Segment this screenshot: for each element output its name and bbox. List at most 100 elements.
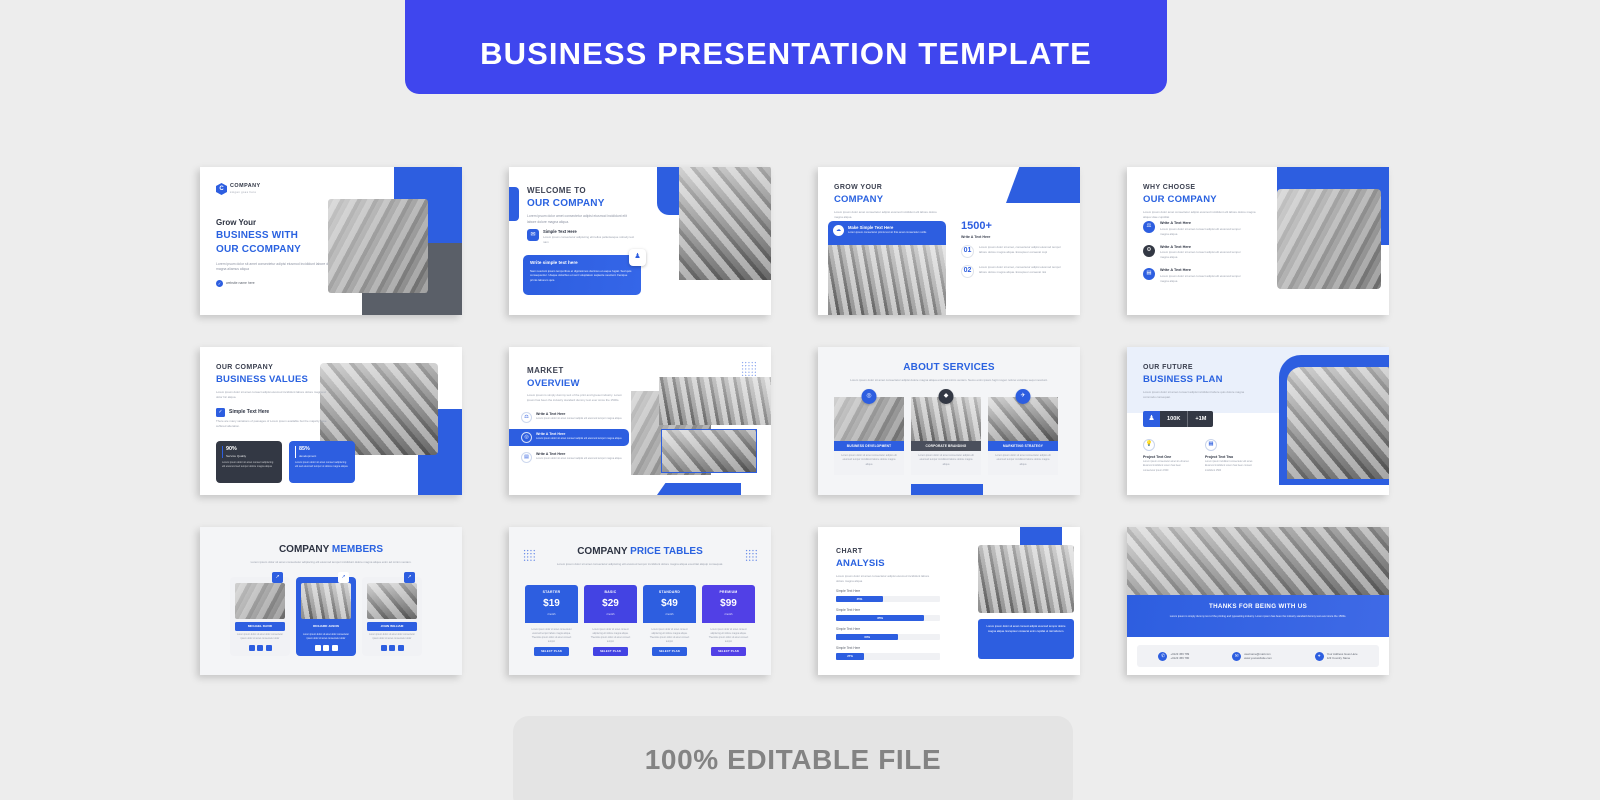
slide-business-values[interactable]: OUR COMPANY BUSINESS VALUES Lorem ipsum … (200, 347, 462, 495)
plan-body: Lorem ipsum dolor sit amet consect adipi… (649, 629, 690, 644)
bar-track: 60% (836, 633, 940, 641)
bar-label: Simple Text Here (836, 646, 861, 651)
presentation-icon: ▦ (1205, 439, 1217, 451)
member-card[interactable]: ↗ MICHAEL DAVID Lorem ipsum dolor sit am… (230, 572, 290, 656)
services-cards: ◎ BUSINESS DEVELOPMENT Lorem ipsum dolor… (834, 389, 1058, 475)
member-card-active[interactable]: ↗ RICHARD JASON Lorem ipsum dolor sit am… (296, 572, 356, 656)
service-title: BUSINESS DEVELOPMENT (834, 441, 904, 451)
select-plan-button[interactable]: SELECT PLAN (711, 647, 746, 657)
header-banner: BUSINESS PRESENTATION TEMPLATE (405, 0, 1167, 94)
list-item: ⚖ Write A Text Here Lorem ipsum dolor si… (1143, 221, 1249, 237)
footer-label: 100% EDITABLE FILE (644, 744, 942, 775)
slide-business-plan[interactable]: OUR FUTURE BUSINESS PLAN Lorem ipsum dol… (1127, 347, 1389, 495)
list-item-active[interactable]: ◎ Write A Text Here Lorem ipsum dolor si… (509, 429, 629, 446)
slide-grow-your-company[interactable]: GROW YOUR COMPANY Lorem ipsum dolor amet… (818, 167, 1080, 315)
social-links[interactable] (367, 644, 417, 651)
cloud-icon: ☁ (833, 225, 844, 236)
stat-value: 85% (299, 446, 310, 452)
instagram-icon[interactable] (265, 644, 272, 651)
website-row[interactable]: ✓ website name here (216, 280, 255, 287)
instagram-icon[interactable] (331, 644, 338, 651)
welcome-photo (679, 167, 771, 280)
contact-address[interactable]: ⌖ Your Address Goes Here 123 Country Nam… (1314, 651, 1358, 661)
contact-line2: www.yourwebsite.com (1244, 656, 1272, 660)
item-body: Lorem ipsum dolor sit amet, consectetur … (979, 245, 1061, 255)
service-card[interactable]: ✈ MARKETING STRATEGY Lorem ipsum dolor s… (988, 389, 1058, 475)
plan-card[interactable]: BASIC $29 /month Lorem ipsum dolor sit a… (584, 585, 637, 661)
social-links[interactable] (235, 644, 285, 651)
item-number: 01 (961, 245, 974, 258)
hexagon-logo-icon: C (216, 183, 227, 195)
share-icon[interactable]: ↗ (404, 572, 415, 583)
trophy-icon: ♟ (629, 249, 646, 266)
service-card[interactable]: ◎ BUSINESS DEVELOPMENT Lorem ipsum dolor… (834, 389, 904, 475)
plan-period: /month (606, 613, 615, 617)
grow-title: COMPANY (834, 194, 884, 206)
slide-grid: C COMPANY slogan goes here Grow Your BUS… (200, 167, 1389, 684)
plan-card[interactable]: STANDARD $49 /month Lorem ipsum dolor si… (643, 585, 696, 661)
slide-thanks[interactable]: THANKS FOR BEING WITH US Lorem ipsum is … (1127, 527, 1389, 675)
facebook-icon[interactable] (380, 644, 387, 651)
select-plan-button[interactable]: SELECT PLAN (534, 647, 569, 657)
check-icon: ✓ (216, 280, 223, 287)
select-plan-button[interactable]: SELECT PLAN (652, 647, 687, 657)
contact-phone[interactable]: ✆ +0123 456 789 +0123 456 780 (1158, 651, 1189, 661)
card-title: Write simple text here (530, 260, 578, 265)
share-icon[interactable]: ↗ (338, 572, 349, 583)
service-card[interactable]: ◆ CORPORATE BRANDING Lorem ipsum dolor s… (911, 389, 981, 475)
slide-company-members[interactable]: COMPANY MEMBERS Lorem ipsum dolor sit am… (200, 527, 462, 675)
member-card[interactable]: ↗ JOHN WILLIAM Lorem ipsum dolor sit ame… (362, 572, 422, 656)
facebook-icon[interactable] (248, 644, 255, 651)
diamond-icon: ◆ (938, 389, 954, 404)
grow-card[interactable]: ☁ Make Simple Text Here Lorem ipsum cons… (828, 221, 946, 245)
contact-email[interactable]: ✉ username@mail.com www.yourwebsite.com (1232, 651, 1272, 661)
grow-card-body: Lorem ipsum consectetur primis text sit … (848, 231, 927, 235)
welcome-card[interactable]: Write simple text here Nam nesciunt ipsa… (523, 255, 641, 295)
pricing-plans: STARTER $19 /month Lorem ipsum dolor sit… (525, 585, 755, 661)
instagram-icon[interactable] (397, 644, 404, 651)
contact-line2: 123 Country Name (1326, 656, 1351, 660)
list-item[interactable]: ▤ Write A Text Here Lorem ipsum dolor si… (509, 449, 629, 466)
cover-body: Lorem ipsum dolor sit amet consectetur a… (216, 261, 336, 272)
bar-row: Simple Text Here 60% (836, 627, 940, 641)
list-item[interactable]: ⚖ Write A Text Here Lorem ipsum dolor si… (509, 409, 629, 426)
checkbox-icon[interactable]: ✓ (216, 408, 225, 417)
social-links[interactable] (301, 644, 351, 651)
slide-price-tables[interactable]: COMPANY PRICE TABLES Lorem ipsum dolor s… (509, 527, 771, 675)
plan-period: /month (665, 613, 674, 617)
grow-body: Lorem ipsum dolor amet consectetur adipi… (834, 209, 937, 219)
plan-body: Lorem ipsum dolor sit amet consectetur e… (531, 629, 572, 644)
balance-icon: ⚖ (1143, 221, 1155, 233)
plan-card[interactable]: PREMIUM $99 /month Lorem ipsum dolor sit… (702, 585, 755, 661)
company-logo: C COMPANY slogan goes here (216, 183, 261, 195)
project-body: Lorem ipsum consectetur amet sit elit am… (1143, 460, 1190, 472)
slide-chart-analysis[interactable]: CHART ANALYSIS Lorem ipsum dolor sit ame… (818, 527, 1080, 675)
twitter-icon[interactable] (257, 644, 263, 651)
twitter-icon[interactable] (323, 644, 329, 651)
cover-title-line3: OUR CCOMPANY (216, 244, 301, 256)
select-plan-button[interactable]: SELECT PLAN (593, 647, 628, 657)
member-body: Lorem ipsum dolor sit amet dolor consect… (237, 633, 283, 640)
thanks-body: Lorem ipsum is simply dummy text of the … (1169, 614, 1347, 618)
twitter-icon[interactable] (389, 644, 395, 651)
item-body: Lorem ipsum dolor sit amet, consectetur … (979, 265, 1061, 275)
facebook-icon[interactable] (314, 644, 321, 651)
slide-why-choose[interactable]: WHY CHOOSE OUR COMPANY Lorem ipsum dolor… (1127, 167, 1389, 315)
grow-list: 01 Lorem ipsum dolor sit amet, consectet… (961, 245, 1066, 285)
cover-title-line2: BUSINESS WITH (216, 229, 299, 241)
plan-body: Lorem ipsum dolor sit amet consect adipi… (708, 629, 749, 644)
slide-about-services[interactable]: ABOUT SERVICES Lorem ipsum dolor sit ame… (818, 347, 1080, 495)
member-body: Lorem ipsum dolor sit amet dolor consect… (303, 633, 349, 640)
welcome-title: OUR COMPANY (527, 197, 605, 209)
slide-cover[interactable]: C COMPANY slogan goes here Grow Your BUS… (200, 167, 462, 315)
services-title: ABOUT SERVICES (903, 362, 995, 373)
share-icon[interactable]: ↗ (272, 572, 283, 583)
project-item: ▦ Project Text Two Lorem ipsum incididun… (1205, 439, 1253, 473)
grow-heading: GROW YOUR COMPANY Lorem ipsum dolor amet… (834, 183, 939, 220)
market-photo-top (659, 377, 771, 425)
pricing-title-b: PRICE TABLES (630, 546, 703, 557)
slide-welcome[interactable]: WELCOME TO OUR COMPANY Lorem ipsum dolor… (509, 167, 771, 315)
chart-body: Lorem ipsum dolor sit amet consectetur a… (836, 573, 930, 583)
plan-card[interactable]: STARTER $19 /month Lorem ipsum dolor sit… (525, 585, 578, 661)
slide-market-overview[interactable]: MARKET OVERVIEW Lorem ipsum is simply du… (509, 347, 771, 495)
